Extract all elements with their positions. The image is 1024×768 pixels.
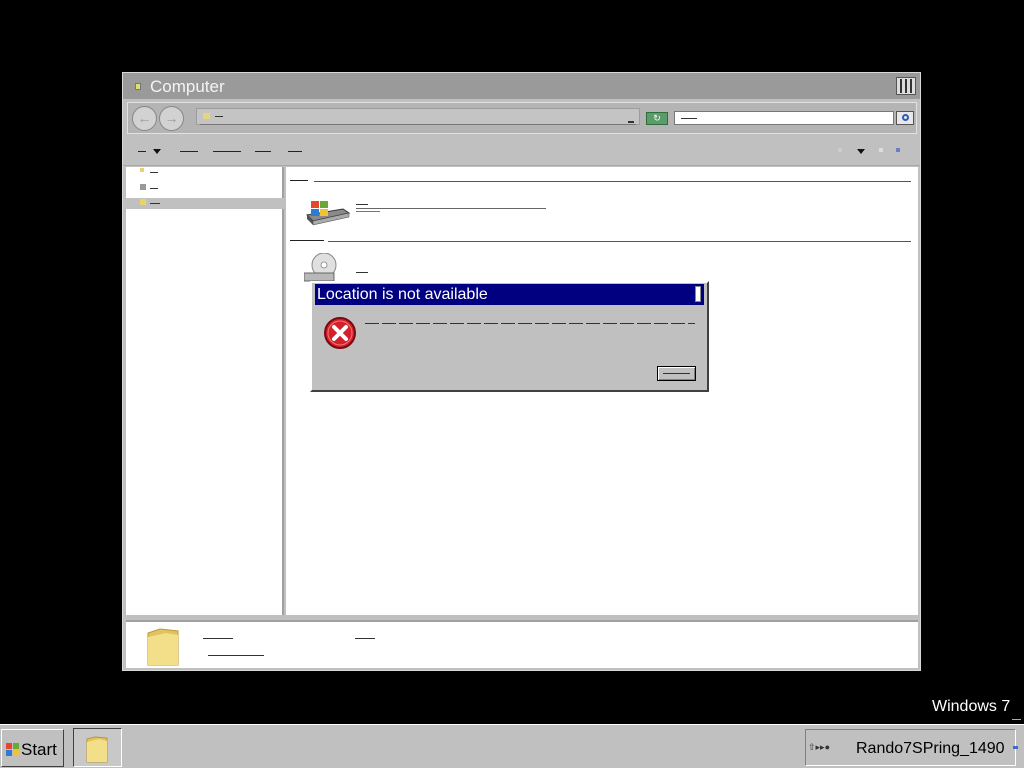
details-pane [126, 620, 918, 668]
navigation-pane [126, 167, 284, 615]
search-icon [902, 114, 909, 121]
show-desktop-button[interactable] [1013, 746, 1018, 749]
toolbar-item-organize[interactable] [138, 151, 146, 152]
address-dropdown[interactable] [628, 121, 634, 123]
chevron-down-icon[interactable] [153, 149, 161, 154]
preview-pane-icon[interactable] [879, 148, 883, 152]
chevron-down-icon[interactable] [857, 149, 865, 154]
cd-drive-icon[interactable] [303, 252, 340, 283]
back-button[interactable]: ← [132, 106, 157, 131]
details-description [208, 655, 264, 656]
command-toolbar [123, 138, 920, 166]
details-property [355, 638, 375, 639]
start-label: Start [21, 740, 57, 759]
tree-item-computer[interactable] [126, 198, 284, 209]
toolbar-item-4[interactable] [288, 151, 302, 152]
group-divider [314, 181, 911, 182]
folder-icon [203, 113, 210, 119]
tree-item-favorites[interactable] [126, 167, 284, 178]
error-dialog: Location is not available [310, 281, 709, 392]
search-button[interactable] [896, 111, 914, 125]
address-text [215, 116, 223, 117]
ok-button[interactable] [657, 366, 696, 381]
ok-button-label [663, 373, 690, 374]
window-controls[interactable] [896, 77, 916, 95]
tree-item-label [150, 172, 158, 173]
dialog-message [365, 323, 695, 324]
drive-label [356, 204, 368, 205]
windows-logo-icon [6, 743, 19, 756]
star-icon [140, 168, 144, 172]
library-icon [140, 184, 146, 190]
tree-item-label [150, 188, 158, 189]
drive-capacity-bar [356, 208, 546, 209]
cd-drive-label [356, 272, 368, 273]
group-header-hard-disk [290, 180, 308, 181]
toolbar-item-3[interactable] [255, 151, 271, 152]
system-tray: ⇧▸▸● Rando7SPring_1490 [805, 729, 1016, 766]
group-divider [328, 241, 911, 242]
taskbar-explorer-button[interactable] [73, 728, 122, 767]
forward-button[interactable]: → [159, 106, 184, 131]
toolbar-item-2[interactable] [213, 151, 241, 152]
computer-icon [140, 199, 146, 205]
watermark-underline [1012, 719, 1021, 720]
start-button[interactable]: Start [1, 729, 64, 767]
window-title: Computer [150, 77, 225, 96]
close-icon[interactable] [695, 286, 701, 302]
search-input[interactable] [674, 111, 894, 125]
dialog-titlebar[interactable]: Location is not available [315, 284, 704, 305]
refresh-button[interactable]: ↻ [646, 112, 668, 125]
windows-watermark: Windows 7 [932, 698, 1011, 715]
error-icon [323, 316, 357, 350]
help-icon[interactable] [896, 148, 900, 152]
tray-icons[interactable]: ⇧▸▸● [808, 742, 830, 753]
tree-item-libraries[interactable] [126, 183, 284, 194]
window-titlebar[interactable]: Computer [123, 73, 920, 99]
address-bar[interactable] [196, 108, 640, 125]
view-icon[interactable] [838, 148, 842, 152]
search-placeholder [681, 118, 697, 119]
drive-free-space [356, 211, 380, 212]
folder-icon [135, 83, 141, 90]
toolbar-item-1[interactable] [180, 151, 198, 152]
tree-item-label [150, 203, 160, 204]
details-name [203, 638, 233, 639]
folder-icon [146, 627, 180, 667]
address-underline [200, 124, 636, 125]
dialog-title: Location is not available [317, 286, 488, 303]
navigation-bar: ← → ↻ [127, 102, 917, 134]
taskbar: Start ⇧▸▸● Rando7SPring_1490 [0, 724, 1024, 768]
hard-drive-icon[interactable] [303, 197, 351, 227]
folder-icon [85, 735, 109, 763]
tray-clock[interactable]: Rando7SPring_1490 [856, 740, 1005, 758]
group-header-removable [290, 240, 324, 241]
